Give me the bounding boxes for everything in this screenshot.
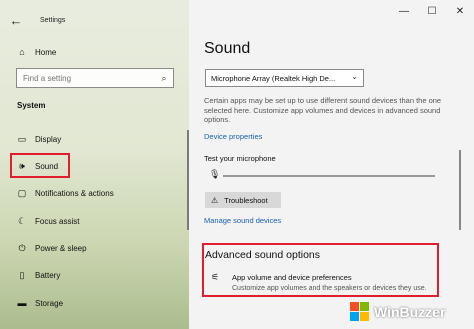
page-title: Sound: [204, 40, 251, 57]
search-icon[interactable]: ⌕: [155, 73, 173, 84]
title-bar: ← Settings: [0, 10, 189, 30]
sidebar-item-label: Focus assist: [35, 216, 80, 226]
home-icon: ⌂: [19, 47, 25, 57]
sidebar-item-label: Home: [35, 47, 57, 57]
sidebar: ← Settings ⌂ Home ⌕ System ▭ Display 🕪 S…: [0, 0, 189, 329]
test-mic-label: Test your microphone: [204, 154, 276, 163]
sidebar-item-battery[interactable]: ▯ Battery: [0, 263, 189, 287]
chevron-down-icon: ⌄: [351, 72, 358, 81]
sliders-icon: ⚟: [211, 272, 220, 282]
window-controls: — ☐ ✕: [390, 6, 474, 17]
sidebar-item-label: Display: [35, 134, 62, 144]
sidebar-item-focus-assist[interactable]: ☾ Focus assist: [0, 209, 189, 233]
watermark: WinBuzzer: [350, 302, 445, 322]
moon-icon: ☾: [17, 215, 27, 226]
advanced-sound-title: Advanced sound options: [205, 249, 321, 261]
sidebar-item-notifications[interactable]: ▢ Notifications & actions: [0, 181, 189, 205]
maximize-icon[interactable]: ☐: [418, 6, 446, 17]
sidebar-item-storage[interactable]: ▬ Storage: [0, 291, 189, 315]
storage-icon: ▬: [17, 298, 27, 308]
warning-icon: ⚠: [211, 195, 219, 205]
search-box[interactable]: ⌕: [16, 68, 174, 88]
input-device-dropdown[interactable]: Microphone Array (Realtek High De... ⌄: [205, 69, 364, 87]
notifications-icon: ▢: [17, 187, 27, 198]
close-icon[interactable]: ✕: [446, 6, 474, 17]
section-label: System: [17, 101, 46, 110]
sidebar-item-label: Power & sleep: [35, 243, 87, 253]
sidebar-item-label: Storage: [35, 298, 64, 308]
windows-logo-icon: [350, 302, 370, 322]
main-content: — ☐ ✕ Sound Microphone Array (Realtek Hi…: [189, 0, 474, 329]
sidebar-item-home[interactable]: ⌂ Home: [0, 40, 189, 64]
app-title: Settings: [40, 16, 66, 24]
sound-highlight-box: [10, 153, 70, 178]
search-input[interactable]: [17, 73, 155, 83]
troubleshoot-label: Troubleshoot: [224, 195, 268, 205]
sidebar-item-display[interactable]: ▭ Display: [0, 127, 189, 151]
manage-sound-devices-link[interactable]: Manage sound devices: [204, 216, 281, 225]
app-volume-preferences-desc: Customize app volumes and the speakers o…: [232, 285, 427, 292]
microphone-icon: 🎙: [209, 169, 221, 179]
settings-window: ← Settings ⌂ Home ⌕ System ▭ Display 🕪 S…: [0, 0, 474, 329]
battery-icon: ▯: [19, 269, 25, 280]
troubleshoot-button[interactable]: ⚠ Troubleshoot: [205, 192, 281, 208]
sidebar-item-label: Notifications & actions: [35, 188, 114, 198]
mic-level-meter: [223, 175, 435, 177]
input-description: Certain apps may be set up to use differ…: [204, 96, 442, 124]
back-arrow-icon[interactable]: ←: [0, 13, 32, 28]
power-icon: ⏻: [18, 242, 26, 253]
display-icon: ▭: [17, 133, 27, 144]
sidebar-item-label: Battery: [35, 270, 61, 280]
app-volume-preferences-link[interactable]: App volume and device preferences: [232, 273, 352, 282]
device-properties-link[interactable]: Device properties: [204, 132, 262, 141]
minimize-icon[interactable]: —: [390, 6, 418, 17]
input-device-value: Microphone Array (Realtek High De...: [211, 73, 336, 83]
content-scrollbar[interactable]: [459, 150, 461, 230]
sidebar-item-power-sleep[interactable]: ⏻ Power & sleep: [0, 236, 189, 260]
watermark-text: WinBuzzer: [374, 304, 446, 320]
